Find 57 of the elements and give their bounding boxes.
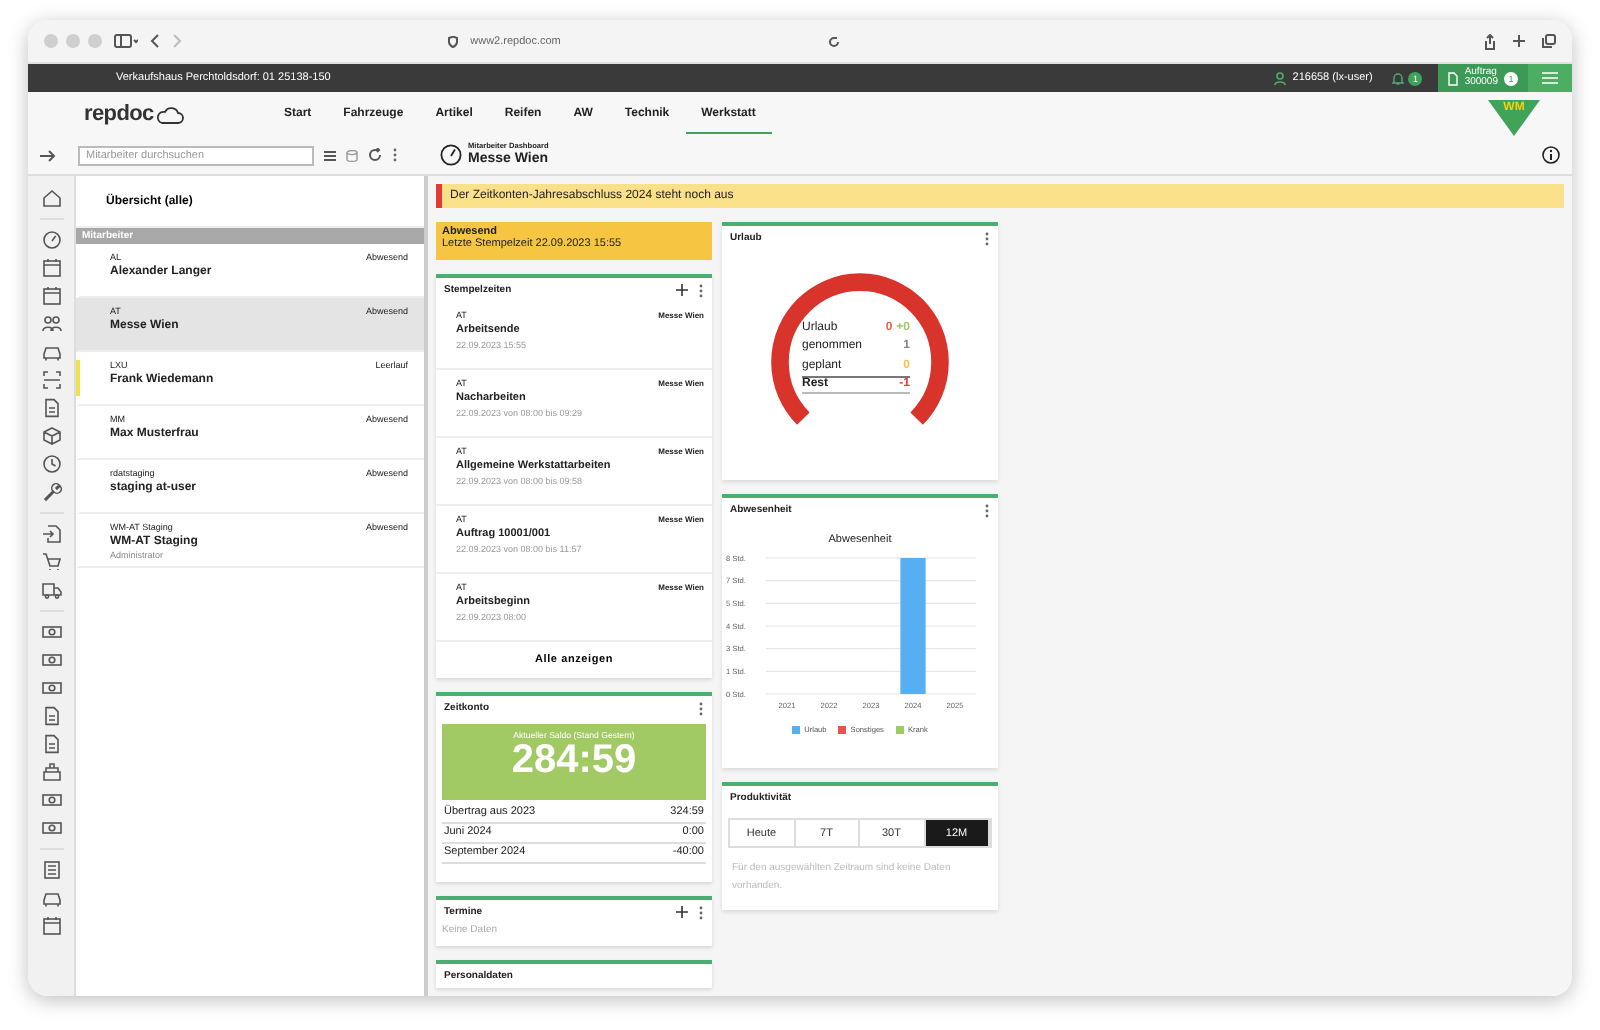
more-icon[interactable] <box>984 503 990 517</box>
gauge-icon <box>440 144 462 166</box>
back-icon[interactable] <box>150 34 160 48</box>
people-icon[interactable] <box>41 314 61 334</box>
calendar-icon[interactable] <box>41 286 61 306</box>
document-icon[interactable] <box>41 734 61 754</box>
menu-icon <box>1542 72 1558 84</box>
shield-icon <box>448 35 459 47</box>
register-icon[interactable] <box>41 762 61 782</box>
more-icon[interactable] <box>698 283 704 297</box>
add-icon[interactable] <box>676 284 688 296</box>
new-tab-icon[interactable] <box>1512 33 1526 47</box>
logo-text[interactable]: repdoc <box>84 102 154 126</box>
reload-icon[interactable] <box>827 35 839 47</box>
wrench-icon[interactable] <box>41 482 61 502</box>
document-icon <box>1448 71 1459 85</box>
tabs-icon[interactable] <box>1542 33 1556 47</box>
calendar-icon[interactable] <box>41 916 61 936</box>
bar <box>900 558 926 694</box>
more-icon[interactable] <box>392 148 398 162</box>
list-icon[interactable] <box>324 149 336 161</box>
banknote-icon[interactable] <box>41 818 61 838</box>
calendar-icon[interactable] <box>41 258 61 278</box>
banknote-icon[interactable] <box>41 678 61 698</box>
banknote-icon[interactable] <box>41 790 61 810</box>
cloud-icon <box>155 105 184 123</box>
more-icon[interactable] <box>698 905 704 919</box>
bell-icon[interactable] <box>1392 71 1405 85</box>
info-icon[interactable] <box>1542 146 1560 164</box>
car-icon[interactable] <box>41 888 61 908</box>
refresh-icon[interactable] <box>368 148 382 162</box>
list-icon[interactable] <box>41 860 61 880</box>
banknote-icon[interactable] <box>41 650 61 670</box>
legend-swatch <box>838 726 847 734</box>
home-icon[interactable] <box>41 188 61 208</box>
add-icon[interactable] <box>676 906 688 918</box>
scanner-icon[interactable] <box>41 370 61 390</box>
more-icon[interactable] <box>984 231 990 245</box>
legend-swatch <box>792 726 801 734</box>
car-icon[interactable] <box>41 342 61 362</box>
clock-icon[interactable] <box>41 454 61 474</box>
truck-icon[interactable] <box>41 580 61 600</box>
user-icon[interactable] <box>1274 71 1287 85</box>
share-icon[interactable] <box>1484 33 1496 49</box>
cube-icon[interactable] <box>41 426 61 446</box>
gauge-icon[interactable] <box>41 230 61 250</box>
more-icon[interactable] <box>698 701 704 715</box>
sidebar-icon[interactable] <box>114 34 138 48</box>
import-icon[interactable] <box>41 524 61 544</box>
document-icon[interactable] <box>41 398 61 418</box>
banknote-icon[interactable] <box>41 622 61 642</box>
cart-icon[interactable] <box>41 552 61 572</box>
document-icon[interactable] <box>41 706 61 726</box>
arrow-right-icon[interactable] <box>40 149 56 161</box>
database-icon[interactable] <box>346 149 358 161</box>
legend-swatch <box>895 726 904 734</box>
balance-value: 284:59 <box>511 740 637 780</box>
